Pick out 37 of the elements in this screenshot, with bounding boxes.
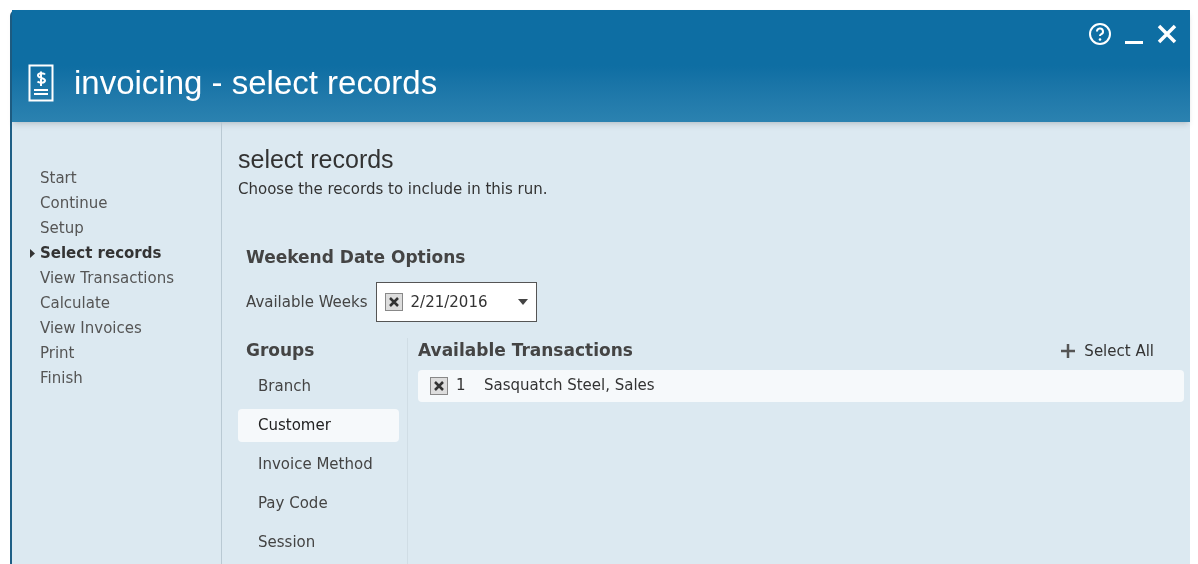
plus-icon [1060,342,1077,359]
group-item[interactable]: Branch [238,369,399,403]
row-name: Sasquatch Steel, Sales [484,375,655,397]
step-link[interactable]: View Transactions [40,266,221,291]
page-heading: select records [238,144,395,174]
step-link[interactable]: Continue [40,191,221,216]
field-label: Available Weeks [246,291,368,313]
section-heading: Available Transactions [418,339,633,362]
caret-icon [517,299,528,305]
step-link[interactable]: Print [40,341,221,366]
caret-icon [30,249,35,258]
group-item[interactable]: Pay Code [238,486,399,520]
dropdown-value: 2/21/2016 [410,291,488,313]
close-icon[interactable] [1156,23,1178,45]
select-all-button[interactable]: Select All [1060,339,1154,362]
step-link[interactable]: Setup [40,216,221,241]
row-count: 1 [456,375,467,397]
week-dropdown[interactable]: 2/21/2016 [375,282,537,322]
step-link[interactable]: View Invoices [40,316,221,341]
group-item[interactable]: Invoice Method [238,447,399,481]
step-link[interactable]: Select records [40,241,221,266]
checkbox[interactable] [384,293,403,311]
section-heading: Weekend Date Options [246,245,467,269]
invoice-icon [28,63,54,102]
help-icon[interactable] [1088,22,1112,46]
section-heading: Groups [245,339,316,362]
cross-icon [387,296,400,308]
window-title: invoicing - select records [74,63,438,103]
checkbox[interactable] [430,376,448,395]
cross-icon [433,379,445,392]
step-link[interactable]: Calculate [40,291,221,316]
step-link[interactable]: Start [40,166,221,191]
page-description: Choose the records to include in this run. [238,179,549,200]
group-item[interactable]: Customer [238,408,399,442]
step-link[interactable]: Finish [40,366,221,391]
group-item[interactable]: Session [238,525,399,559]
transaction-row[interactable]: 1 Sasquatch Steel, Sales [418,369,1184,402]
